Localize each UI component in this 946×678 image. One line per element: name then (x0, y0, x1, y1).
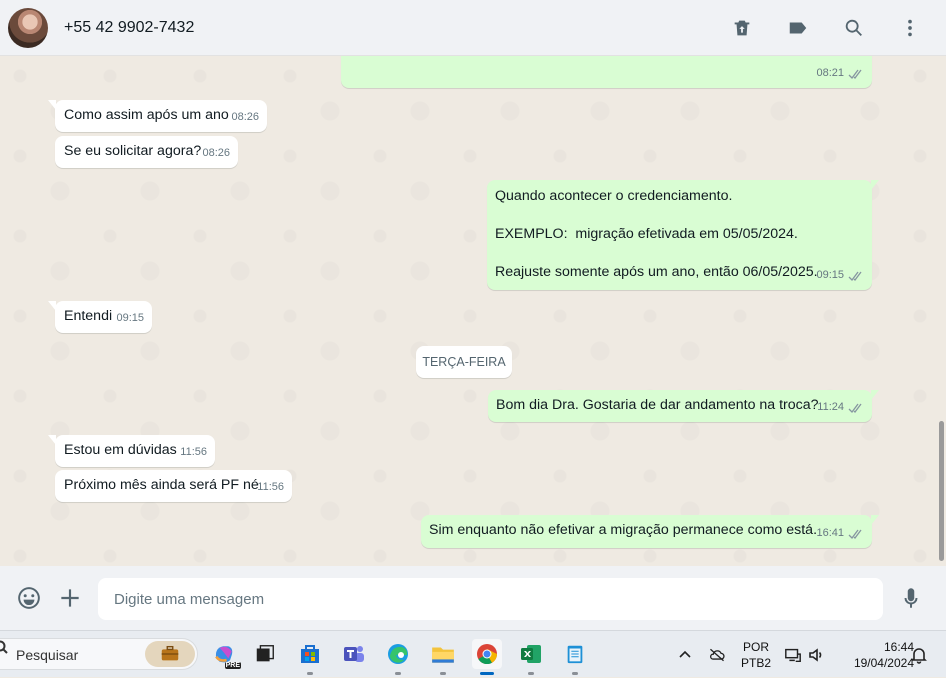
store-icon[interactable] (295, 639, 325, 675)
cloud-offline-icon[interactable] (706, 631, 728, 678)
clock-date: 19/04/2024 (853, 656, 914, 670)
read-ticks-icon (848, 68, 864, 79)
label-icon[interactable] (778, 8, 818, 48)
emoji-icon[interactable] (13, 582, 45, 614)
task-view-icon[interactable] (250, 639, 280, 669)
message-composer (0, 566, 946, 630)
language-indicator[interactable]: POR PTB2 (738, 639, 774, 671)
taskbar-search-label: Pesquisar (16, 647, 79, 663)
message-text: Entendi (64, 308, 113, 324)
message-meta: 08:21 (816, 64, 864, 83)
message-time: 08:26 (202, 147, 230, 159)
message-time: 11:56 (180, 446, 207, 458)
notepad-icon[interactable] (560, 639, 590, 675)
message-meta: 11:56 (257, 478, 284, 497)
message-text: Se eu solicitar agora? (64, 143, 202, 159)
language-code: POR (742, 640, 769, 654)
message-meta: 11:56 (180, 443, 207, 462)
message-time: 11:56 (257, 481, 284, 493)
file-explorer-icon[interactable] (428, 639, 458, 675)
contact-avatar[interactable] (8, 7, 48, 48)
message-text: Estou em dúvidas (64, 442, 177, 458)
app-running-indicator (480, 672, 494, 675)
microphone-icon[interactable] (895, 582, 927, 614)
day-separator: TERÇA-FEIRA (416, 346, 512, 378)
message-text: Próximo mês ainda será PF né (64, 477, 259, 493)
message-incoming[interactable]: Como assim após um ano 08:26 (48, 100, 267, 132)
search-icon (0, 640, 8, 654)
message-time: 08:21 (816, 67, 844, 79)
chat-area[interactable]: 08:21 Como assim após um ano 08:26 Se eu… (0, 56, 936, 566)
read-ticks-icon (848, 528, 864, 539)
volume-icon[interactable] (807, 631, 825, 678)
message-outgoing[interactable]: Bom dia Dra. Gostaria de dar andamento n… (488, 390, 879, 422)
message-time: 08:26 (231, 111, 259, 123)
app-running-indicator (440, 672, 446, 675)
message-meta: 08:26 (202, 144, 230, 163)
chat-scrollbar[interactable] (937, 56, 946, 566)
message-time: 09:15 (116, 312, 144, 324)
message-incoming[interactable]: Próximo mês ainda será PF né 11:56 (55, 470, 292, 502)
message-text: Como assim após um ano (64, 107, 229, 123)
menu-icon[interactable] (890, 8, 930, 48)
message-line: EXEMPLO: migração efetivada em 05/05/202… (495, 226, 798, 242)
chat-header: +55 42 9902-7432 (0, 0, 946, 56)
message-outgoing[interactable]: 08:21 (341, 56, 872, 88)
message-incoming[interactable]: Se eu solicitar agora? 08:26 (55, 136, 238, 168)
read-ticks-icon (848, 270, 864, 281)
message-time: 16:41 (816, 527, 844, 539)
app-running-indicator (395, 672, 401, 675)
clock-time: 16:44 (883, 640, 914, 654)
chrome-icon[interactable] (472, 639, 502, 675)
message-line: Reajuste somente após um ano, então 06/0… (495, 264, 818, 280)
read-ticks-icon (848, 402, 864, 413)
message-line: Quando acontecer o credenciamento. (495, 188, 733, 204)
windows-taskbar: Pesquisar PRE POR PTB2 16:44 19/04/2024 (0, 630, 946, 677)
message-input[interactable] (98, 578, 883, 620)
widgets-icon[interactable] (145, 641, 195, 667)
message-time: 11:24 (817, 401, 844, 413)
message-meta: 11:24 (817, 398, 864, 417)
contact-name[interactable]: +55 42 9902-7432 (64, 19, 194, 37)
header-actions (722, 0, 930, 56)
delete-icon[interactable] (722, 8, 762, 48)
message-outgoing[interactable]: Quando acontecer o credenciamento. EXEMP… (487, 180, 879, 290)
app-running-indicator (528, 672, 534, 675)
search-icon[interactable] (834, 8, 874, 48)
app-running-indicator (572, 672, 578, 675)
edge-icon[interactable] (383, 639, 413, 675)
system-clock[interactable]: 16:44 19/04/2024 (834, 639, 914, 671)
message-time: 09:15 (816, 269, 844, 281)
message-incoming[interactable]: Estou em dúvidas 11:56 (48, 435, 215, 467)
network-icon[interactable] (783, 631, 803, 678)
copilot-icon[interactable]: PRE (209, 639, 241, 669)
chevron-up-icon[interactable] (676, 631, 694, 678)
message-outgoing[interactable]: Sim enquanto não efetivar a migração per… (421, 515, 879, 548)
excel-icon[interactable] (516, 639, 546, 675)
attach-plus-icon[interactable] (54, 582, 86, 614)
message-meta: 09:15 (816, 266, 864, 285)
copilot-badge: PRE (224, 662, 241, 669)
app-running-indicator (307, 672, 313, 675)
message-meta: 08:26 (231, 108, 259, 127)
notification-bell-icon[interactable] (910, 631, 928, 678)
message-text: Sim enquanto não efetivar a migração per… (429, 522, 818, 538)
keyboard-layout: PTB2 (740, 656, 771, 670)
message-text: Bom dia Dra. Gostaria de dar andamento n… (496, 397, 819, 413)
message-meta: 09:15 (116, 309, 144, 328)
scrollbar-thumb[interactable] (939, 421, 944, 561)
teams-icon[interactable] (339, 639, 369, 669)
message-incoming[interactable]: Entendi 09:15 (48, 301, 152, 333)
message-meta: 16:41 (816, 524, 864, 543)
